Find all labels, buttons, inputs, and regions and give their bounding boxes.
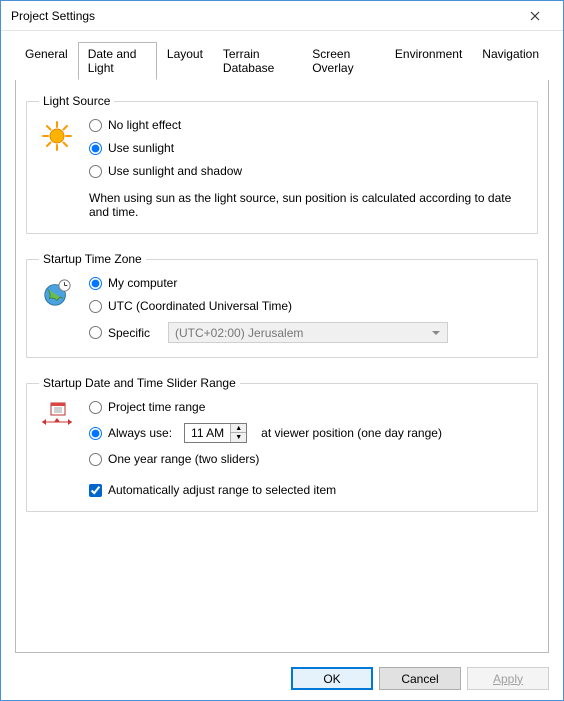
group-startup-range: Startup Date and Time Slider Range bbox=[26, 376, 538, 512]
radio-use-sunlight-shadow-input[interactable] bbox=[89, 165, 102, 178]
tab-layout[interactable]: Layout bbox=[157, 42, 213, 80]
calendar-slider-icon bbox=[40, 402, 74, 428]
radio-one-year-range[interactable]: One year range (two sliders) bbox=[89, 452, 525, 466]
radio-my-computer[interactable]: My computer bbox=[89, 276, 525, 290]
close-button[interactable] bbox=[515, 2, 555, 30]
radio-specific[interactable]: Specific (UTC+02:00) Jerusalem bbox=[89, 322, 525, 343]
window-title: Project Settings bbox=[11, 9, 515, 23]
titlebar: Project Settings bbox=[1, 1, 563, 31]
radio-use-sunlight-shadow-label: Use sunlight and shadow bbox=[108, 164, 242, 178]
radio-project-time-range-label: Project time range bbox=[108, 400, 205, 414]
tab-environment[interactable]: Environment bbox=[385, 42, 472, 80]
calendar-icon-wrap bbox=[39, 400, 75, 428]
checkbox-auto-adjust-input[interactable] bbox=[89, 484, 102, 497]
radio-use-sunlight-label: Use sunlight bbox=[108, 141, 174, 155]
time-spinner-down[interactable]: ▼ bbox=[231, 433, 246, 442]
radio-use-sunlight-shadow[interactable]: Use sunlight and shadow bbox=[89, 164, 525, 178]
radio-utc-label: UTC (Coordinated Universal Time) bbox=[108, 299, 292, 313]
radio-always-use-label: Always use: bbox=[108, 426, 172, 440]
tab-strip: General Date and Light Layout Terrain Da… bbox=[15, 41, 549, 80]
sun-icon bbox=[41, 120, 73, 152]
radio-no-light-effect[interactable]: No light effect bbox=[89, 118, 525, 132]
radio-specific-input[interactable] bbox=[89, 326, 102, 339]
radio-use-sunlight-input[interactable] bbox=[89, 142, 102, 155]
tab-screen-overlay[interactable]: Screen Overlay bbox=[302, 42, 385, 80]
cancel-button[interactable]: Cancel bbox=[379, 667, 461, 690]
time-spinner-up[interactable]: ▲ bbox=[231, 424, 246, 433]
radio-project-time-range-input[interactable] bbox=[89, 401, 102, 414]
radio-always-use[interactable]: Always use: 11 AM ▲ ▼ at viewer position… bbox=[89, 423, 525, 443]
radio-my-computer-input[interactable] bbox=[89, 277, 102, 290]
project-settings-window: Project Settings General Date and Light … bbox=[0, 0, 564, 701]
timezone-combo[interactable]: (UTC+02:00) Jerusalem bbox=[168, 322, 448, 343]
time-suffix-label: at viewer position (one day range) bbox=[261, 426, 442, 440]
group-light-source: Light Source bbox=[26, 94, 538, 234]
radio-use-sunlight[interactable]: Use sunlight bbox=[89, 141, 525, 155]
radio-no-light-effect-input[interactable] bbox=[89, 119, 102, 132]
radio-utc-input[interactable] bbox=[89, 300, 102, 313]
radio-project-time-range[interactable]: Project time range bbox=[89, 400, 525, 414]
radio-one-year-range-input[interactable] bbox=[89, 453, 102, 466]
radio-specific-label: Specific bbox=[108, 326, 162, 340]
globe-icon-wrap bbox=[39, 276, 75, 308]
radio-no-light-effect-label: No light effect bbox=[108, 118, 181, 132]
checkbox-auto-adjust[interactable]: Automatically adjust range to selected i… bbox=[89, 483, 525, 497]
tab-navigation[interactable]: Navigation bbox=[472, 42, 549, 80]
radio-my-computer-label: My computer bbox=[108, 276, 177, 290]
radio-one-year-range-label: One year range (two sliders) bbox=[108, 452, 259, 466]
light-source-info: When using sun as the light source, sun … bbox=[89, 191, 525, 219]
ok-button[interactable]: OK bbox=[291, 667, 373, 690]
close-icon bbox=[530, 11, 540, 21]
tab-date-and-light[interactable]: Date and Light bbox=[78, 42, 157, 80]
group-startup-timezone: Startup Time Zone bbox=[26, 252, 538, 358]
timezone-combo-value: (UTC+02:00) Jerusalem bbox=[175, 326, 303, 340]
group-startup-range-legend: Startup Date and Time Slider Range bbox=[39, 376, 240, 390]
group-light-source-legend: Light Source bbox=[39, 94, 114, 108]
radio-utc[interactable]: UTC (Coordinated Universal Time) bbox=[89, 299, 525, 313]
time-spinner[interactable]: 11 AM ▲ ▼ bbox=[184, 423, 247, 443]
sun-icon-wrap bbox=[39, 118, 75, 152]
content-area: General Date and Light Layout Terrain Da… bbox=[1, 31, 563, 659]
checkbox-auto-adjust-label: Automatically adjust range to selected i… bbox=[108, 483, 336, 497]
group-startup-timezone-legend: Startup Time Zone bbox=[39, 252, 146, 266]
tab-page-date-and-light: Light Source bbox=[15, 80, 549, 653]
radio-always-use-input[interactable] bbox=[89, 427, 102, 440]
tab-terrain-database[interactable]: Terrain Database bbox=[213, 42, 302, 80]
time-spinner-value: 11 AM bbox=[185, 426, 230, 440]
dialog-button-row: OK Cancel Apply bbox=[1, 659, 563, 700]
tab-general[interactable]: General bbox=[15, 42, 78, 80]
apply-button[interactable]: Apply bbox=[467, 667, 549, 690]
globe-clock-icon bbox=[42, 278, 72, 308]
apply-button-label: Apply bbox=[493, 672, 523, 686]
